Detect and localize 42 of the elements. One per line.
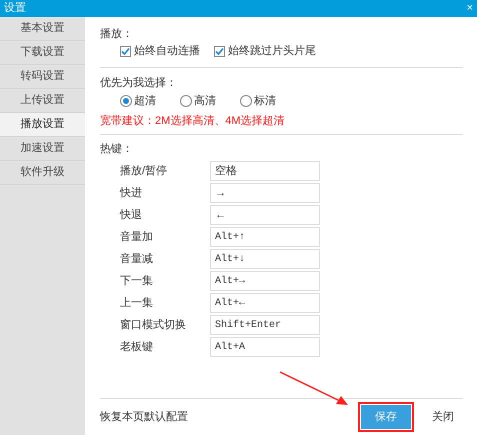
hotkey-field[interactable]: Alt+A xyxy=(210,337,320,357)
radio-button[interactable] xyxy=(180,95,192,107)
radio-label: 超清 xyxy=(134,94,156,109)
close-button[interactable]: 关闭 xyxy=(423,405,463,429)
hotkey-label: 下一集 xyxy=(120,274,154,289)
hotkey-field[interactable]: Alt+↑ xyxy=(210,227,320,247)
hotkey-field[interactable]: Alt+← xyxy=(210,293,320,313)
radio-button[interactable] xyxy=(240,95,252,107)
bandwidth-hint: 宽带建议：2M选择高清、4M选择超清 xyxy=(100,114,286,128)
window-title: 设置 xyxy=(4,3,26,14)
hotkey-label: 音量减 xyxy=(120,252,154,267)
sidebar-item[interactable]: 基本设置 xyxy=(0,17,85,41)
sidebar-item[interactable]: 播放设置 xyxy=(0,113,85,137)
checkbox-label: 始终跳过片头片尾 xyxy=(228,44,316,59)
checkbox-label: 始终自动连播 xyxy=(134,44,200,59)
hotkey-field[interactable]: ← xyxy=(210,205,320,225)
sidebar-item[interactable]: 转码设置 xyxy=(0,65,85,89)
hotkey-field[interactable]: → xyxy=(210,183,320,203)
sidebar-item[interactable]: 软件升级 xyxy=(0,161,85,185)
annotation-arrow xyxy=(280,371,348,405)
radio-button[interactable] xyxy=(120,95,132,107)
hotkey-label: 快进 xyxy=(120,186,143,201)
hotkey-label: 播放/暂停 xyxy=(120,164,168,179)
hotkey-label: 窗口模式切换 xyxy=(120,318,187,333)
section-title: 优先为我选择： xyxy=(100,76,178,90)
section-title: 热键： xyxy=(100,142,134,156)
section-title: 播放： xyxy=(100,27,134,41)
checkbox[interactable] xyxy=(120,46,131,56)
sidebar-item[interactable]: 加速设置 xyxy=(0,137,85,161)
hotkey-field[interactable]: Alt+→ xyxy=(210,271,320,291)
hotkey-field[interactable]: 空格 xyxy=(210,161,320,181)
restore-defaults-link[interactable]: 恢复本页默认配置 xyxy=(100,408,188,426)
hotkey-label: 上一集 xyxy=(120,296,154,311)
checkbox[interactable] xyxy=(214,46,225,56)
hotkey-field[interactable]: Alt+↓ xyxy=(210,249,320,269)
radio-label: 高清 xyxy=(194,94,216,109)
radio-label: 标清 xyxy=(254,94,276,109)
hotkey-label: 快退 xyxy=(120,208,143,223)
hotkey-field[interactable]: Shift+Enter xyxy=(210,315,320,335)
hotkey-label: 音量加 xyxy=(120,230,154,245)
hotkey-label: 老板键 xyxy=(120,340,154,355)
sidebar-item[interactable]: 下载设置 xyxy=(0,41,85,65)
